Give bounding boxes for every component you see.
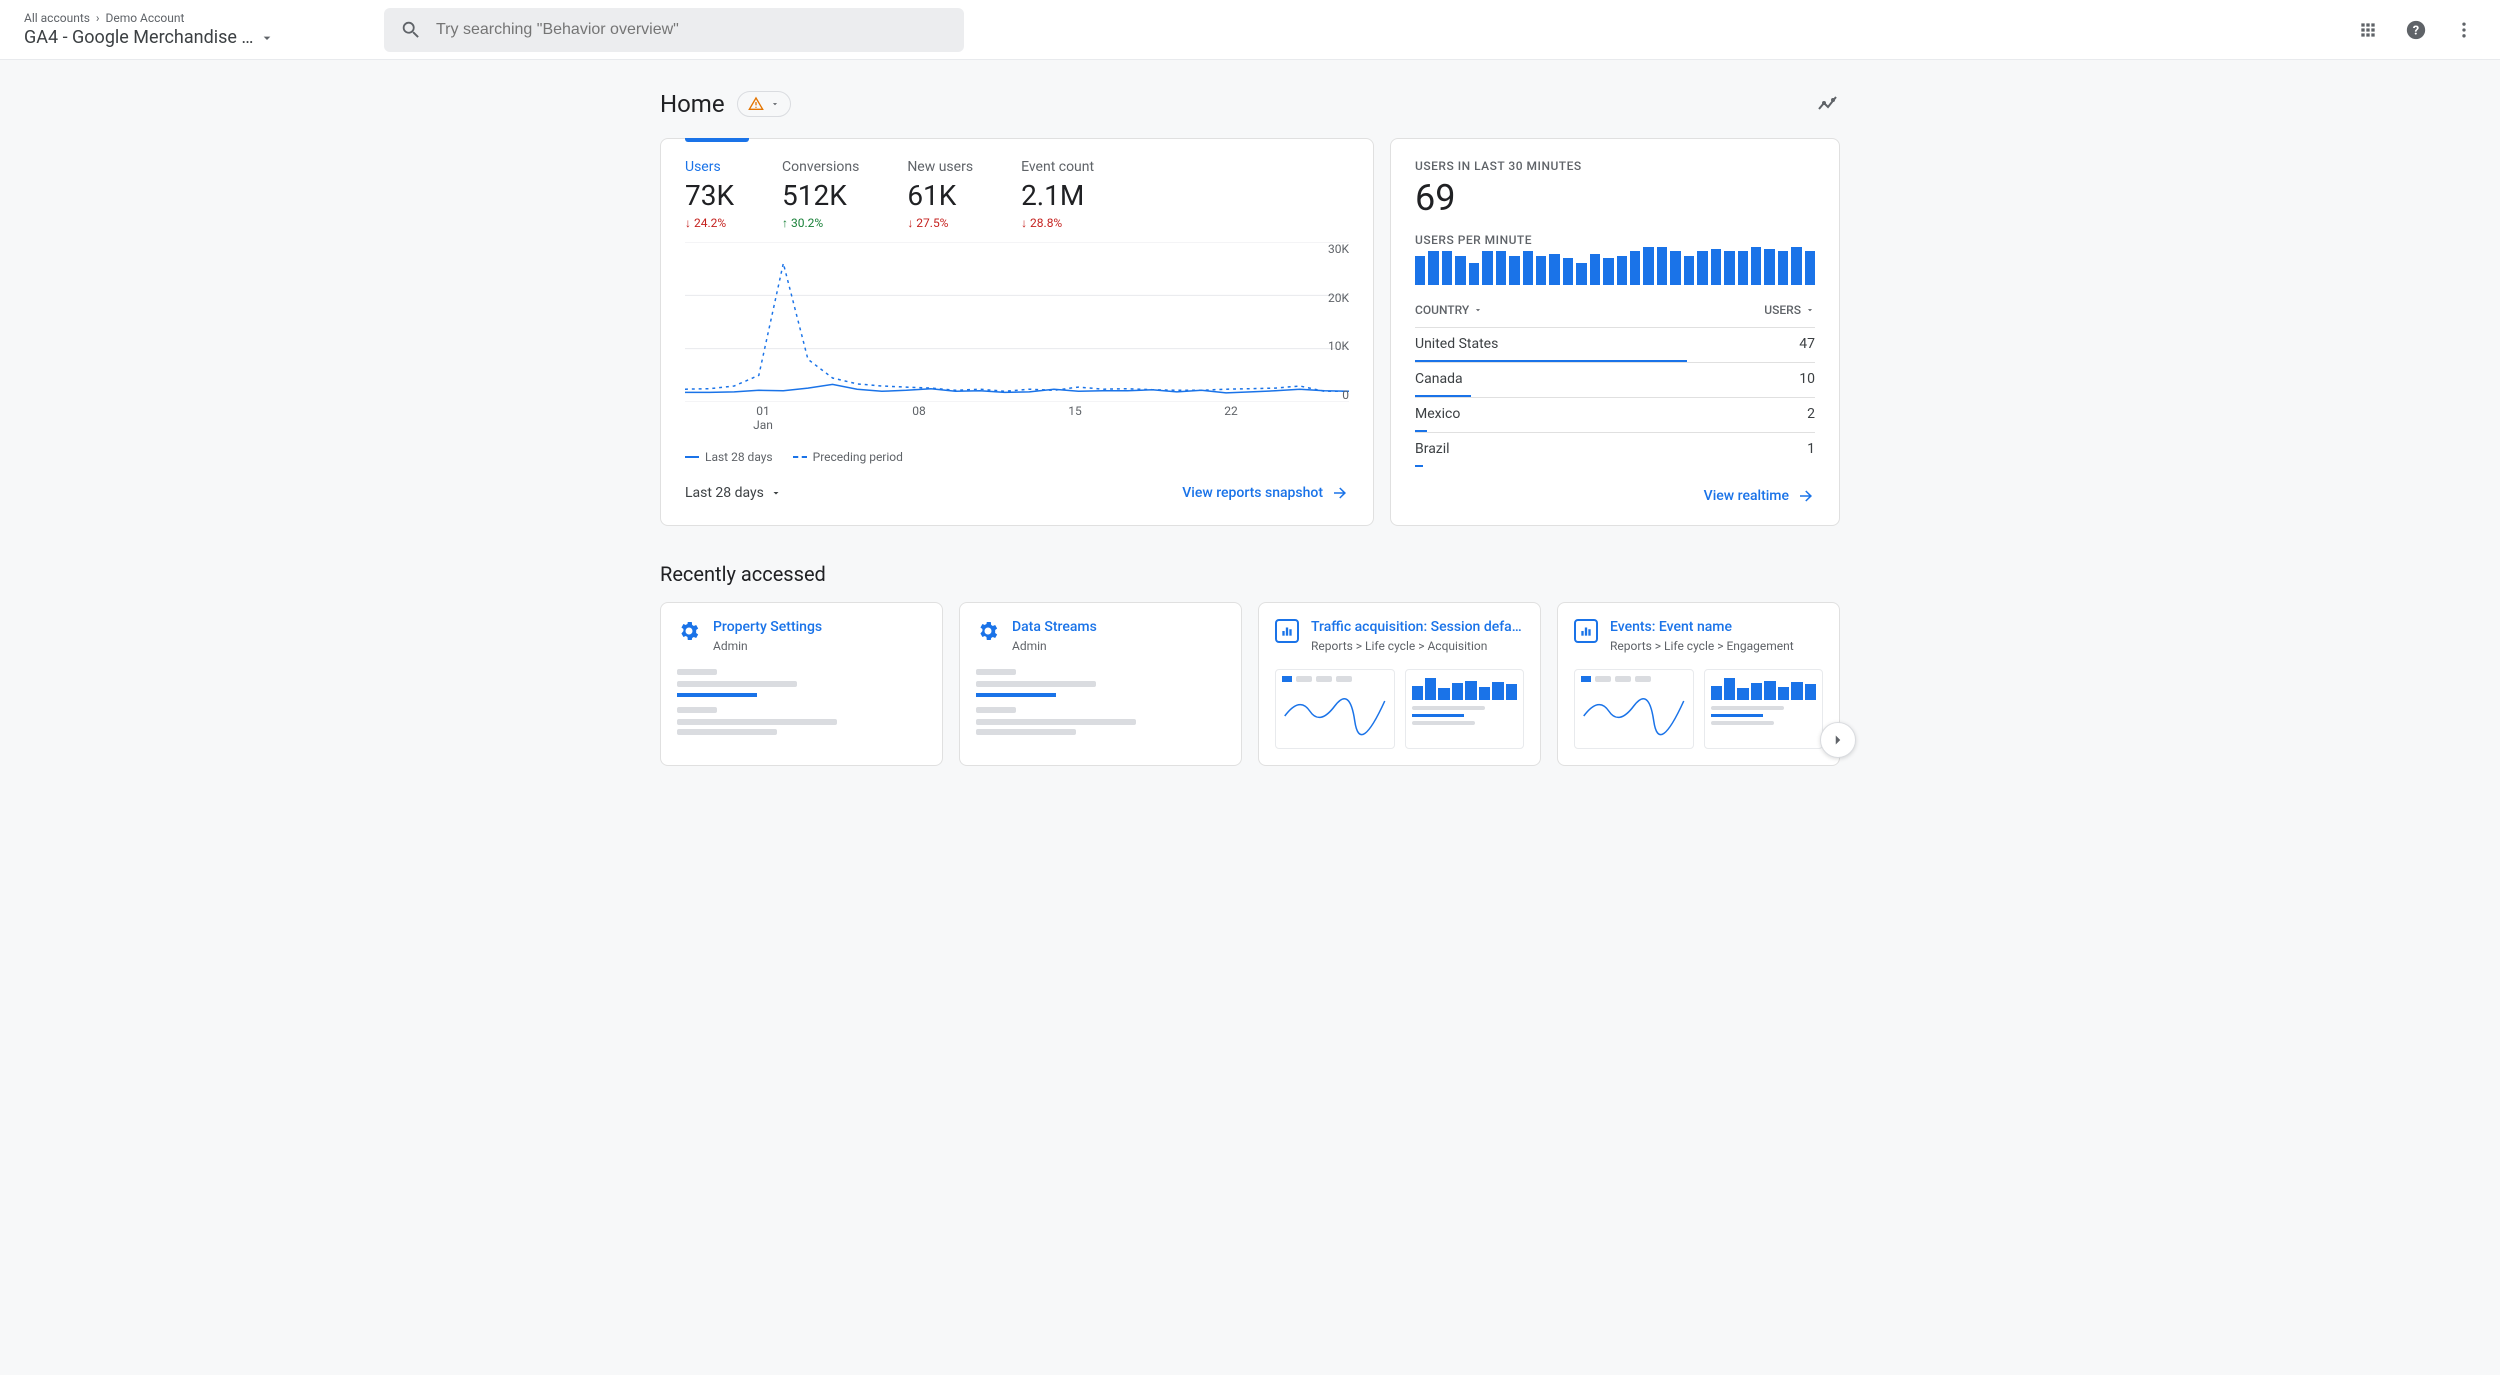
- more-icon[interactable]: [2452, 18, 2476, 42]
- realtime-card: USERS IN LAST 30 MINUTES 69 USERS PER MI…: [1390, 138, 1840, 526]
- recent-next-button[interactable]: [1820, 722, 1856, 758]
- recent-card[interactable]: Property SettingsAdmin: [660, 602, 943, 766]
- country-row: United States47: [1415, 327, 1815, 362]
- metric-new-users[interactable]: New users61K↓ 27.5%: [907, 159, 973, 230]
- arrow-right-icon: [1331, 484, 1349, 502]
- breadcrumb-account[interactable]: Demo Account: [105, 11, 184, 25]
- metric-conversions[interactable]: Conversions512K↑ 30.2%: [782, 159, 859, 230]
- recent-card[interactable]: Data StreamsAdmin: [959, 602, 1242, 766]
- date-range-selector[interactable]: Last 28 days: [685, 485, 782, 501]
- insights-toggle[interactable]: [1816, 92, 1840, 116]
- app-header: All accounts › Demo Account GA4 - Google…: [0, 0, 2500, 60]
- arrow-right-icon: [1797, 487, 1815, 505]
- realtime-users-value: 69: [1415, 177, 1815, 219]
- help-icon[interactable]: ?: [2404, 18, 2428, 42]
- metric-event-count[interactable]: Event count2.1M↓ 28.8%: [1021, 159, 1094, 230]
- recent-card[interactable]: Traffic acquisition: Session defa…Report…: [1258, 602, 1541, 766]
- apps-icon[interactable]: [2356, 18, 2380, 42]
- search-icon: [400, 19, 422, 41]
- breadcrumb: All accounts › Demo Account: [24, 11, 344, 25]
- legend-current: Last 28 days: [705, 450, 773, 464]
- chevron-right-icon: [1829, 731, 1847, 749]
- overview-chart: 30K20K10K0 01Jan081522: [685, 242, 1349, 442]
- reports-snapshot-link[interactable]: View reports snapshot: [1182, 484, 1349, 502]
- page-title: Home: [660, 90, 725, 118]
- chevron-down-icon: [1473, 305, 1483, 315]
- svg-text:?: ?: [2413, 23, 2419, 38]
- realtime-permin-label: USERS PER MINUTE: [1415, 233, 1815, 247]
- users-col-header[interactable]: USERS: [1764, 303, 1815, 317]
- gear-icon: [677, 619, 701, 643]
- chevron-down-icon: [770, 487, 782, 499]
- chevron-down-icon: [770, 99, 780, 109]
- overview-card: Users73K↓ 24.2% Conversions512K↑ 30.2% New…: [660, 138, 1374, 526]
- realtime-link[interactable]: View realtime: [1704, 487, 1815, 505]
- country-row: Brazil1: [1415, 432, 1815, 467]
- insights-icon: [1816, 92, 1840, 116]
- recently-accessed-title: Recently accessed: [660, 562, 1840, 586]
- search-box[interactable]: [384, 8, 964, 52]
- country-row: Canada10: [1415, 362, 1815, 397]
- country-col-header[interactable]: COUNTRY: [1415, 303, 1483, 317]
- metric-users[interactable]: Users73K↓ 24.2%: [685, 159, 734, 230]
- recent-card[interactable]: Events: Event nameReports > Life cycle >…: [1557, 602, 1840, 766]
- diagnostics-pill[interactable]: [737, 91, 791, 117]
- realtime-bars: [1415, 247, 1815, 285]
- search-input[interactable]: [436, 21, 948, 39]
- legend-prev: Preceding period: [813, 450, 903, 464]
- country-row: Mexico2: [1415, 397, 1815, 432]
- warning-icon: [748, 96, 764, 112]
- chevron-down-icon: [259, 30, 275, 46]
- gear-icon: [976, 619, 1000, 643]
- breadcrumb-all-accounts[interactable]: All accounts: [24, 11, 90, 25]
- chevron-down-icon: [1805, 305, 1815, 315]
- realtime-users-label: USERS IN LAST 30 MINUTES: [1415, 159, 1815, 173]
- chart-icon: [1275, 619, 1299, 643]
- property-selector[interactable]: GA4 - Google Merchandise …: [24, 27, 344, 48]
- chart-icon: [1574, 619, 1598, 643]
